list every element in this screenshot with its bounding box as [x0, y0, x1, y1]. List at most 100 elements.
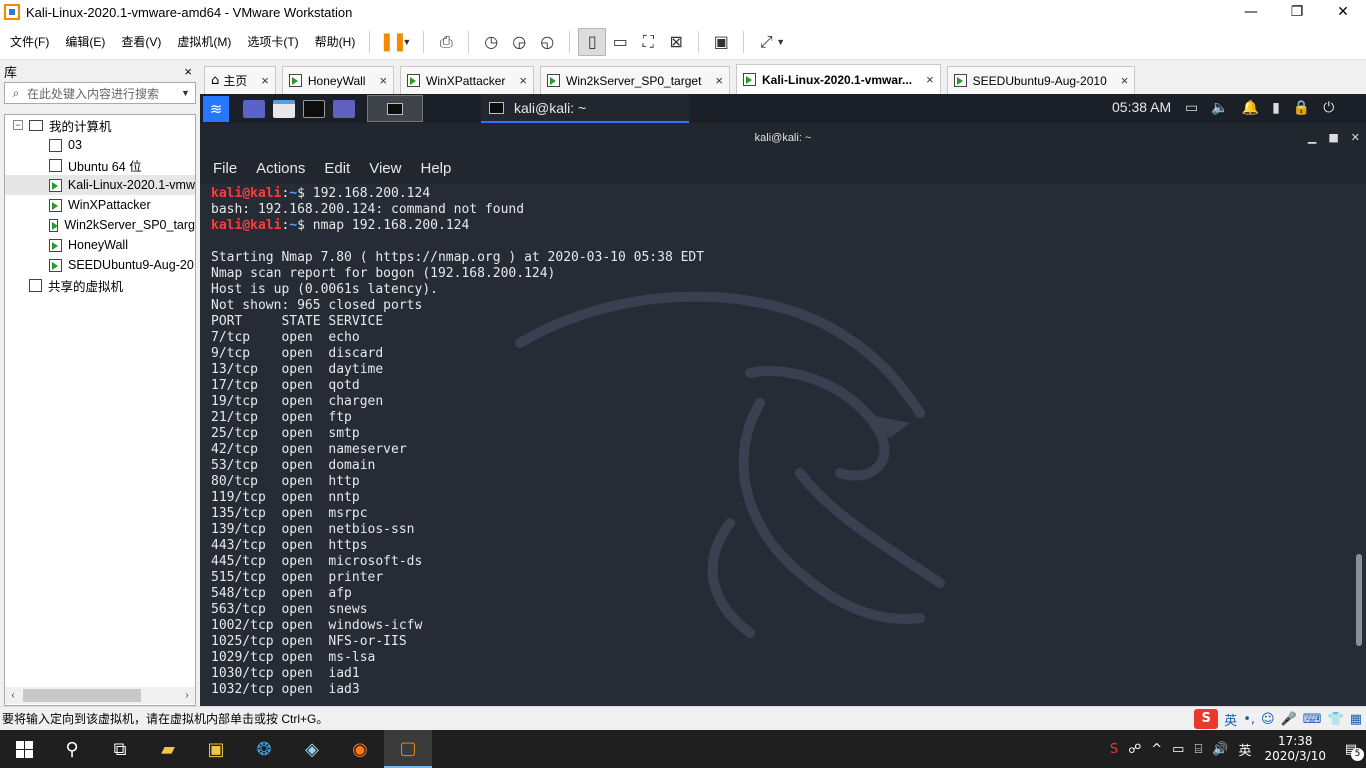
tab-winxpattacker[interactable]: WinXPattacker × — [400, 66, 534, 94]
terminal-scrollbar[interactable] — [1356, 554, 1362, 646]
tree-item[interactable]: HoneyWall — [5, 235, 195, 255]
close-icon[interactable]: × — [926, 72, 934, 87]
menu-tabs[interactable]: 选项卡(T) — [241, 33, 304, 50]
task-view-icon[interactable]: ⧉ — [96, 730, 144, 768]
terminal-menu-actions[interactable]: Actions — [256, 160, 305, 177]
scroll-thumb[interactable] — [23, 689, 141, 702]
terminal-launcher-icon[interactable] — [303, 99, 325, 118]
scroll-right-icon[interactable]: › — [179, 690, 195, 701]
close-icon[interactable]: × — [379, 73, 387, 88]
menu-edit[interactable]: 编辑(E) — [59, 33, 111, 50]
menu-help[interactable]: 帮助(H) — [309, 33, 362, 50]
tree-item[interactable]: WinXPattacker — [5, 195, 195, 215]
close-icon[interactable]: × — [1121, 73, 1129, 88]
notification-bell-icon[interactable]: 🔔 — [1242, 100, 1259, 116]
library-close-icon[interactable]: × — [184, 64, 192, 79]
library-hscrollbar[interactable]: ‹ › — [5, 687, 195, 704]
lock-icon[interactable]: 🔒 — [1293, 100, 1310, 116]
skin-icon[interactable]: 👕 — [1328, 712, 1344, 727]
taskbar-clock[interactable]: 17:38 2020/3/10 — [1264, 734, 1326, 764]
menu-view[interactable]: 查看(V) — [115, 33, 167, 50]
tree-item[interactable]: Win2kServer_SP0_targ — [5, 215, 195, 235]
volume-tray-icon[interactable]: 🔊 — [1212, 742, 1228, 757]
terminal-maximize-icon[interactable]: ■ — [1328, 123, 1338, 153]
collapse-icon[interactable]: − — [13, 120, 23, 130]
network-tray-icon[interactable]: ⌸ — [1194, 742, 1202, 757]
send-ctrl-alt-del-icon[interactable]: ⎙ — [432, 28, 460, 56]
minimize-button[interactable]: — — [1228, 0, 1274, 24]
display-icon[interactable]: ▭ — [1185, 100, 1198, 116]
file-explorer-icon[interactable]: ▰ — [144, 730, 192, 768]
pdf-reader-icon[interactable]: ▣ — [192, 730, 240, 768]
firefox-icon[interactable]: ◉ — [336, 730, 384, 768]
library-search-input[interactable]: ⌕ 在此处键入内容进行搜索 ▼ — [4, 82, 196, 104]
terminal-minimize-icon[interactable]: ▁ — [1308, 123, 1316, 153]
close-icon[interactable]: × — [261, 73, 269, 88]
close-icon[interactable]: × — [519, 73, 527, 88]
start-button[interactable] — [0, 730, 48, 768]
console-view-icon[interactable]: ▣ — [707, 28, 735, 56]
terminal-menu-edit[interactable]: Edit — [324, 160, 350, 177]
emoji-icon[interactable]: ☺ — [1261, 712, 1275, 727]
snapshot-manager-icon[interactable]: ◵ — [533, 28, 561, 56]
pause-dropdown-icon[interactable]: ▼ — [402, 37, 411, 47]
terminal-menu-help[interactable]: Help — [420, 160, 451, 177]
sogou-tray-icon[interactable]: S — [1110, 742, 1118, 757]
action-center-icon[interactable]: ▤ 5 — [1336, 734, 1366, 764]
volume-icon[interactable]: 🔈 — [1211, 100, 1228, 116]
screen-recorder-icon[interactable] — [333, 99, 355, 118]
tree-item-selected[interactable]: Kali-Linux-2020.1-vmw — [5, 175, 195, 195]
revert-snapshot-icon[interactable]: ◶ — [505, 28, 533, 56]
battery-tray-icon[interactable]: ▭ — [1172, 742, 1184, 757]
snapshot-icon[interactable]: ◷ — [477, 28, 505, 56]
tree-item[interactable]: Ubuntu 64 位 — [5, 155, 195, 175]
show-desktop-icon[interactable] — [243, 99, 265, 118]
terminal-menu-view[interactable]: View — [369, 160, 401, 177]
notes-app-icon[interactable]: ◈ — [288, 730, 336, 768]
kali-menu-icon[interactable]: ≋ — [203, 95, 229, 122]
taskbar-terminal-window[interactable]: kali@kali: ~ — [481, 94, 689, 123]
thumbnail-bar-icon[interactable]: ▭ — [606, 28, 634, 56]
search-icon[interactable]: ⚲ — [48, 730, 96, 768]
menu-file[interactable]: 文件(F) — [4, 33, 55, 50]
network-app-icon[interactable]: ❂ — [240, 730, 288, 768]
stretch-dropdown-icon[interactable]: ▼ — [776, 37, 785, 47]
sogou-ime-icon[interactable]: S — [1194, 709, 1219, 729]
terminal-body[interactable]: kali@kali:~$ 192.168.200.124 bash: 192.16… — [200, 183, 1366, 706]
tree-item[interactable]: SEEDUbuntu9-Aug-20 — [5, 255, 195, 275]
input-language[interactable]: 英 — [1238, 740, 1251, 759]
workspace-switcher[interactable] — [367, 95, 423, 122]
vmware-taskbar-icon[interactable]: ▢ — [384, 730, 432, 768]
show-library-icon[interactable]: ▯ — [578, 27, 607, 56]
tab-home[interactable]: ⌂ 主页 × — [204, 66, 276, 94]
people-icon[interactable]: ☍ — [1128, 742, 1141, 757]
tree-shared[interactable]: 共享的虚拟机 — [5, 275, 195, 295]
tab-kali[interactable]: Kali-Linux-2020.1-vmwar... × — [736, 64, 941, 94]
tab-seedubuntu[interactable]: SEEDUbuntu9-Aug-2010 × — [946, 66, 1136, 94]
scroll-left-icon[interactable]: ‹ — [5, 690, 21, 701]
microphone-icon[interactable]: 🎤 — [1281, 712, 1297, 727]
unity-icon[interactable]: ⊠ — [662, 28, 690, 56]
tree-item[interactable]: 03 — [5, 135, 195, 155]
terminal-close-icon[interactable]: ✕ — [1351, 123, 1360, 153]
fullscreen-icon[interactable]: ⛶ — [634, 28, 662, 56]
restore-button[interactable]: ❐ — [1274, 0, 1320, 24]
chevron-down-icon[interactable]: ▼ — [181, 88, 195, 98]
close-icon[interactable]: × — [715, 73, 723, 88]
close-button[interactable]: ✕ — [1320, 0, 1366, 24]
power-icon[interactable]: ⏻ — [1323, 100, 1334, 116]
menu-vm[interactable]: 虚拟机(M) — [171, 33, 237, 50]
file-manager-icon[interactable] — [273, 99, 295, 118]
ime-language[interactable]: 英 — [1224, 710, 1237, 729]
tab-win2kserver[interactable]: Win2kServer_SP0_target × — [540, 66, 730, 94]
tab-honeywall[interactable]: HoneyWall × — [281, 66, 395, 94]
show-hidden-icons[interactable]: ^ — [1151, 742, 1162, 757]
vm-console[interactable]: ≋ kali@kali: ~ 05:38 AM ▭ 🔈 🔔 ▮ 🔒 ⏻ kali… — [200, 94, 1366, 706]
terminal-menu-file[interactable]: File — [213, 160, 237, 177]
kali-clock[interactable]: 05:38 AM — [1112, 99, 1171, 115]
tree-root[interactable]: − 我的计算机 — [5, 115, 195, 135]
tools-icon[interactable]: ▦ — [1350, 712, 1362, 727]
punctuation-icon[interactable]: •, — [1243, 712, 1255, 727]
battery-icon[interactable]: ▮ — [1272, 100, 1280, 116]
keyboard-icon[interactable]: ⌨ — [1303, 712, 1322, 727]
